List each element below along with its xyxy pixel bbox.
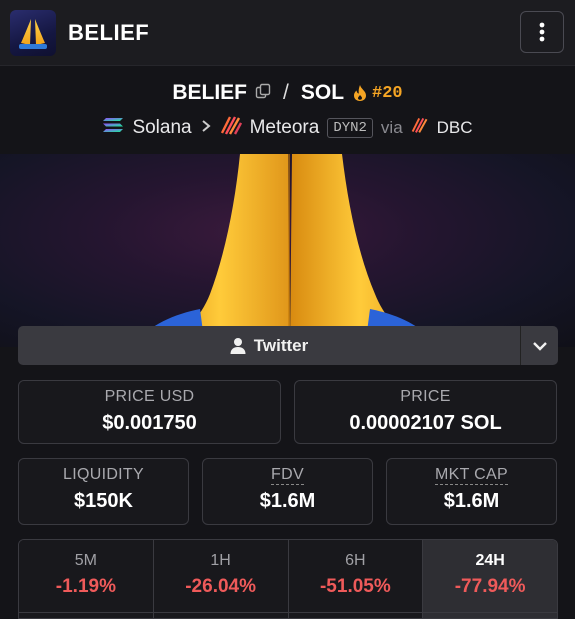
chevron-right-icon [200, 117, 212, 139]
period-label: 6H [345, 552, 366, 569]
change-value: -26.04% [185, 576, 257, 597]
base-token: BELIEF [172, 81, 248, 104]
period-label: 24H [475, 552, 505, 569]
launchpad-name[interactable]: DBC [437, 118, 473, 138]
twitter-label: Twitter [253, 335, 309, 355]
mkt-cap-value: $1.6M [443, 490, 500, 512]
liquidity-box: LIQUIDITY $150K [18, 458, 189, 525]
trending-rank[interactable]: #20 [352, 84, 403, 103]
meteora-icon [220, 115, 242, 141]
price-change-tabs: 5M -1.19% 1H -26.04% 6H -51.05% 24H -77.… [18, 539, 558, 619]
socials-dropdown-button[interactable] [520, 326, 558, 365]
pair-route: Solana Meteora DYN2 via DBC [0, 115, 575, 141]
via-label: via [380, 118, 403, 137]
change-value: -51.05% [319, 576, 391, 597]
dex-tag: DYN2 [327, 118, 373, 138]
price-usd-label: PRICE USD [104, 388, 195, 405]
tab-6h[interactable]: 6H -51.05% [288, 540, 424, 618]
chevron-down-icon [532, 341, 547, 351]
praying-hands-image [130, 154, 440, 347]
mkt-cap-label: MKT CAP [435, 466, 508, 485]
twitter-button[interactable]: Twitter [18, 326, 520, 365]
dex-name[interactable]: Meteora [250, 117, 320, 139]
solana-icon [102, 116, 124, 140]
period-label: 5M [74, 552, 97, 569]
mkt-cap-box[interactable]: MKT CAP $1.6M [386, 458, 557, 525]
pair-info: BELIEF / SOL #20 Solana Meteora DYN2 via… [0, 67, 575, 153]
price-native-box: PRICE 0.00002107 SOL [294, 380, 557, 444]
period-label: 1H [210, 552, 231, 569]
praying-hands-icon[interactable] [10, 10, 56, 56]
tab-24h[interactable]: 24H -77.94% [423, 540, 557, 618]
token-banner [0, 154, 575, 347]
socials-bar: Twitter [18, 326, 558, 365]
chain-name[interactable]: Solana [132, 117, 191, 139]
app-name: BELIEF [68, 20, 150, 45]
fdv-value: $1.6M [259, 490, 316, 512]
quote-token: SOL [300, 81, 345, 104]
pair-title: BELIEF / SOL #20 [0, 81, 575, 105]
price-native-value: 0.00002107 SOL [349, 412, 502, 434]
change-value: -77.94% [454, 576, 526, 597]
price-usd-box: PRICE USD $0.001750 [18, 380, 281, 444]
flame-icon [354, 85, 367, 101]
rank-value: #20 [372, 83, 403, 103]
divider [18, 612, 558, 613]
user-icon [230, 338, 246, 354]
dbc-icon [411, 116, 429, 140]
menu-button[interactable] [520, 11, 564, 53]
app-header: BELIEF [0, 0, 575, 66]
liquidity-value: $150K [74, 490, 133, 512]
copy-icon[interactable] [255, 81, 271, 105]
liquidity-label: LIQUIDITY [63, 466, 144, 483]
tab-5m[interactable]: 5M -1.19% [19, 540, 154, 618]
price-native-label: PRICE [400, 388, 451, 405]
change-value: -1.19% [55, 576, 116, 597]
fdv-box[interactable]: FDV $1.6M [202, 458, 373, 525]
vertical-dots-icon [539, 22, 545, 42]
tab-1h[interactable]: 1H -26.04% [153, 540, 289, 618]
pair-separator: / [283, 81, 289, 104]
fdv-label: FDV [271, 466, 304, 485]
price-usd-value: $0.001750 [102, 412, 197, 434]
